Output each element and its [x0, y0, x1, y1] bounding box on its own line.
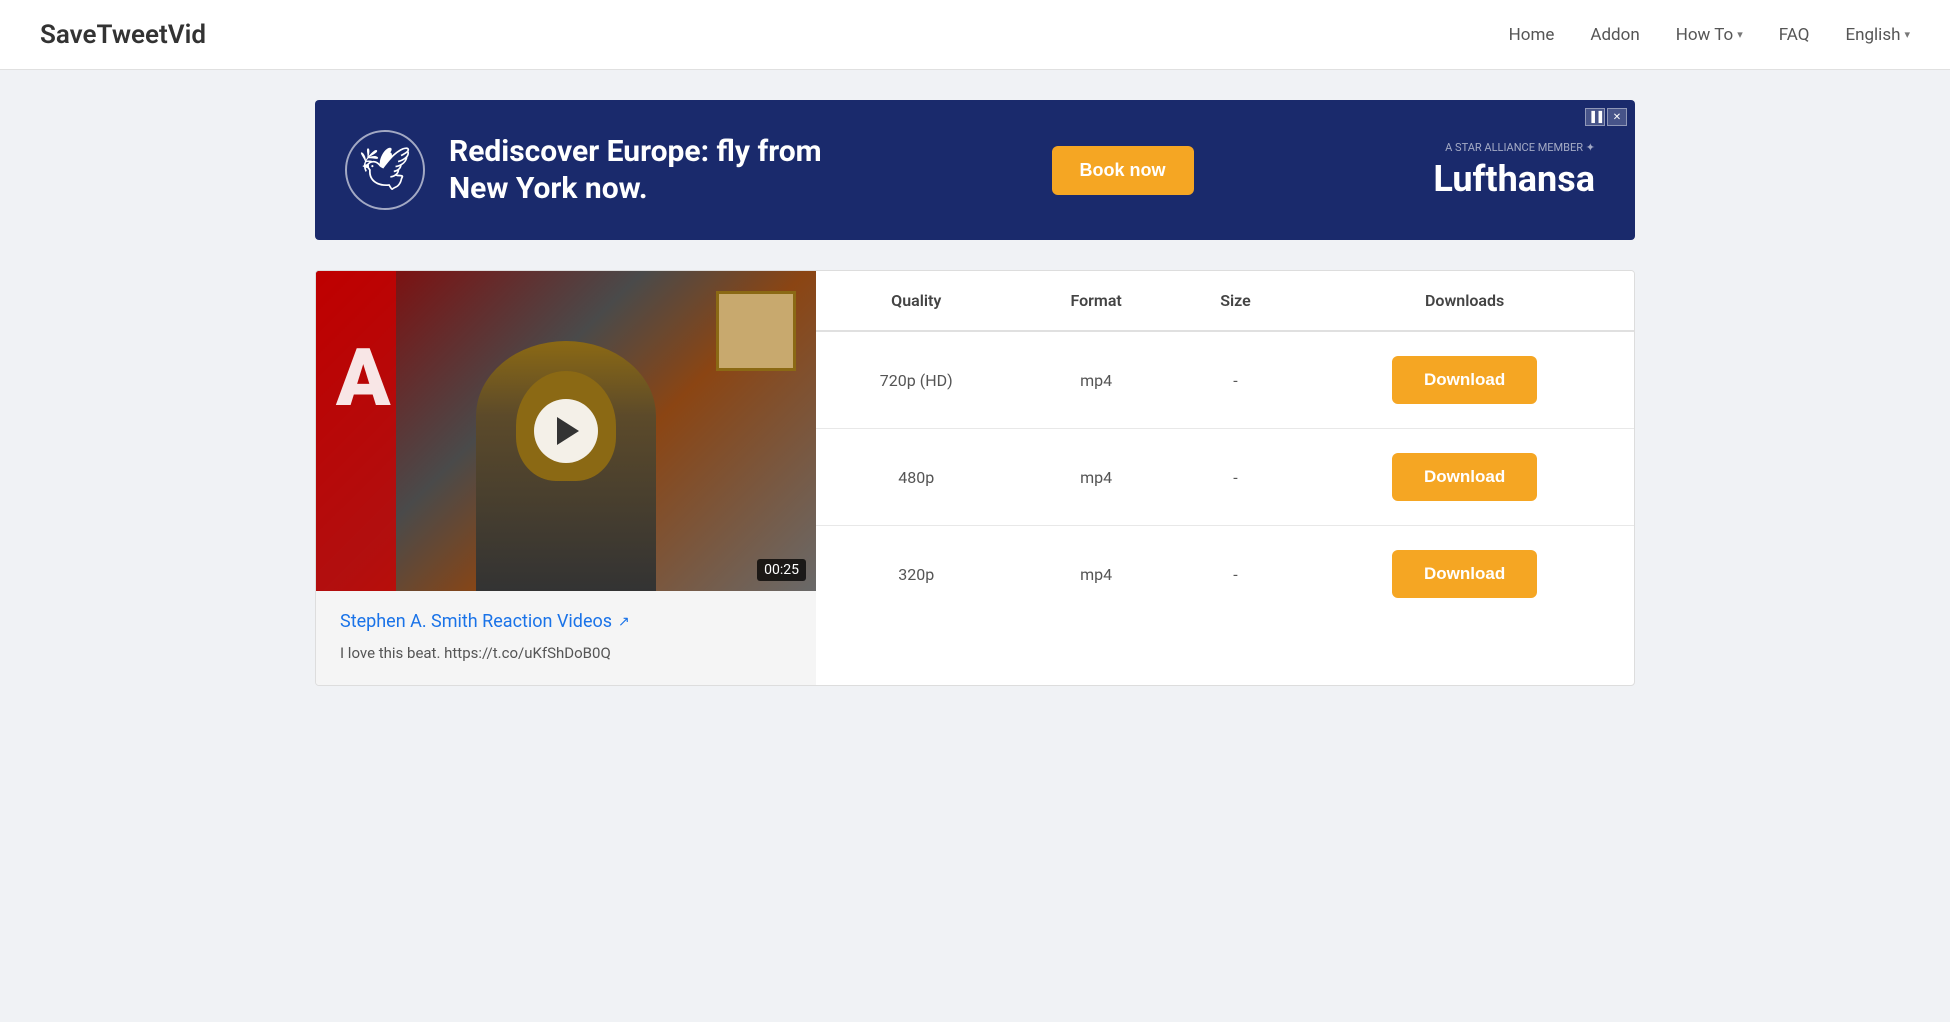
site-logo[interactable]: SaveTweetVid: [40, 20, 206, 50]
cell-format-1: mp4: [1017, 429, 1176, 526]
thumbnail-frame-decoration: [716, 291, 796, 371]
ad-alliance-text: A STAR ALLIANCE MEMBER ✦: [1433, 141, 1595, 154]
ad-book-button[interactable]: Book now: [1052, 146, 1194, 195]
col-quality: Quality: [816, 271, 1017, 331]
thumbnail-letter: A: [336, 331, 391, 425]
main-content: 🕊 Rediscover Europe: fly fromNew York no…: [275, 70, 1675, 716]
language-dropdown-arrow: ▾: [1904, 28, 1910, 41]
duration-badge: 00:25: [757, 559, 806, 581]
ad-close-button[interactable]: ✕: [1607, 108, 1627, 126]
download-button-2[interactable]: Download: [1392, 550, 1537, 598]
ad-left-section: 🕊 Rediscover Europe: fly fromNew York no…: [315, 130, 852, 210]
external-link-icon: ↗: [618, 614, 630, 630]
video-info: Stephen A. Smith Reaction Videos ↗ I lov…: [316, 591, 816, 685]
ad-text: Rediscover Europe: fly fromNew York now.: [449, 133, 822, 208]
cell-quality-1: 480p: [816, 429, 1017, 526]
col-format: Format: [1017, 271, 1176, 331]
nav-home[interactable]: Home: [1509, 25, 1555, 45]
ad-headline: Rediscover Europe: fly fromNew York now.: [449, 133, 822, 208]
lufthansa-crane-icon: 🕊: [358, 149, 411, 191]
downloads-table: Quality Format Size Downloads 720p (HD) …: [816, 271, 1634, 622]
table-row: 720p (HD) mp4 - Download: [816, 331, 1634, 429]
col-size: Size: [1176, 271, 1295, 331]
ad-right-section: A STAR ALLIANCE MEMBER ✦ Lufthansa: [1393, 141, 1635, 200]
video-description: I love this beat. https://t.co/uKfShDoB0…: [340, 642, 792, 665]
cell-download-0: Download: [1295, 331, 1634, 429]
video-thumbnail[interactable]: A 00:25: [316, 271, 816, 591]
cell-quality-2: 320p: [816, 526, 1017, 623]
ad-pause-button[interactable]: ▐▐: [1585, 108, 1605, 126]
cell-size-2: -: [1176, 526, 1295, 623]
col-downloads: Downloads: [1295, 271, 1634, 331]
nav-howto[interactable]: How To ▾: [1676, 25, 1743, 45]
cell-format-0: mp4: [1017, 331, 1176, 429]
ad-brand-name: Lufthansa: [1433, 158, 1595, 200]
table-row: 480p mp4 - Download: [816, 429, 1634, 526]
cell-size-0: -: [1176, 331, 1295, 429]
play-icon: [557, 417, 579, 445]
cell-format-2: mp4: [1017, 526, 1176, 623]
cell-quality-0: 720p (HD): [816, 331, 1017, 429]
content-area: A 00:25 Stephen A. Smith Reaction Videos…: [315, 270, 1635, 686]
play-button[interactable]: [534, 399, 598, 463]
howto-dropdown-arrow: ▾: [1737, 28, 1743, 41]
ad-controls: ▐▐ ✕: [1585, 108, 1627, 126]
nav-language[interactable]: English ▾: [1845, 25, 1910, 45]
ad-cta-area: Book now: [1012, 146, 1234, 195]
ad-banner: 🕊 Rediscover Europe: fly fromNew York no…: [315, 100, 1635, 240]
thumbnail-person-silhouette: [476, 341, 656, 591]
video-title-text: Stephen A. Smith Reaction Videos: [340, 611, 612, 632]
cell-size-1: -: [1176, 429, 1295, 526]
download-button-1[interactable]: Download: [1392, 453, 1537, 501]
table-row: 320p mp4 - Download: [816, 526, 1634, 623]
download-button-0[interactable]: Download: [1392, 356, 1537, 404]
cell-download-2: Download: [1295, 526, 1634, 623]
thumbnail-red-strip: [316, 271, 396, 591]
header: SaveTweetVid Home Addon How To ▾ FAQ Eng…: [0, 0, 1950, 70]
main-nav: Home Addon How To ▾ FAQ English ▾: [1509, 25, 1910, 45]
video-panel: A 00:25 Stephen A. Smith Reaction Videos…: [316, 271, 816, 685]
table-header-row: Quality Format Size Downloads: [816, 271, 1634, 331]
video-title-link[interactable]: Stephen A. Smith Reaction Videos ↗: [340, 611, 630, 632]
nav-addon[interactable]: Addon: [1590, 25, 1639, 45]
cell-download-1: Download: [1295, 429, 1634, 526]
downloads-panel: Quality Format Size Downloads 720p (HD) …: [816, 271, 1634, 685]
table-header: Quality Format Size Downloads: [816, 271, 1634, 331]
nav-faq[interactable]: FAQ: [1779, 25, 1810, 45]
table-body: 720p (HD) mp4 - Download 480p mp4 - Down…: [816, 331, 1634, 622]
ad-logo-circle: 🕊: [345, 130, 425, 210]
